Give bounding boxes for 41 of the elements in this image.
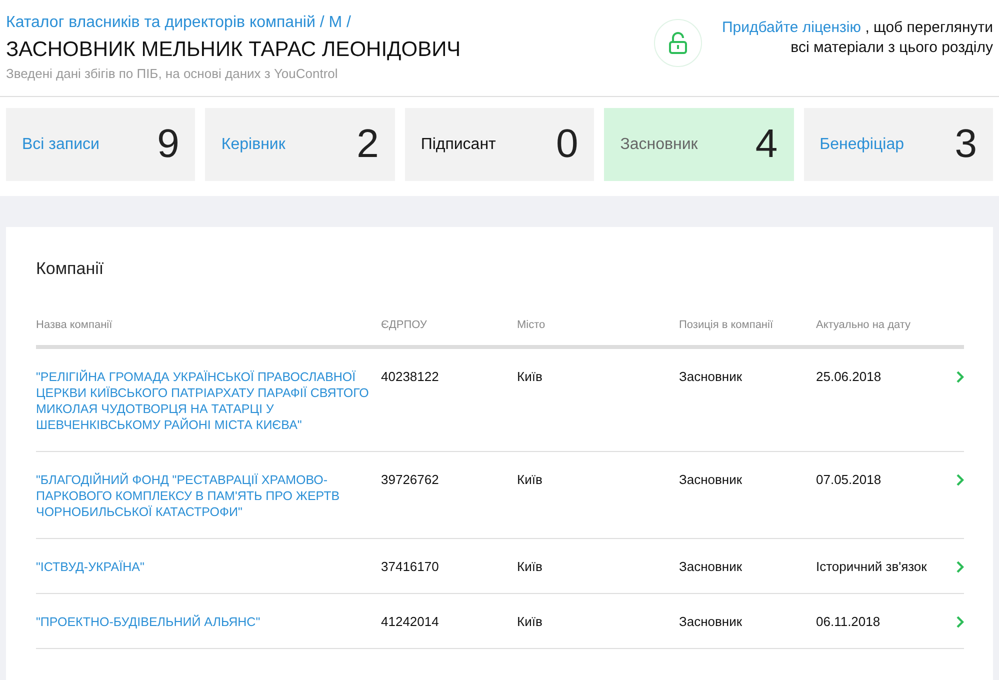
license-text: , щоб переглянути [865, 19, 993, 36]
table-cell: Засновник [679, 594, 816, 649]
company-link[interactable]: "ПРОЕКТНО-БУДІВЕЛЬНИЙ АЛЬЯНС" [36, 614, 381, 630]
table-cell: Засновник [679, 539, 816, 594]
breadcrumb-link[interactable]: Каталог власників та директорів компаній / М / [6, 14, 461, 32]
company-link[interactable]: "ІСТВУД-УКРАЇНА" [36, 559, 381, 575]
chevron-right-icon[interactable] [956, 371, 964, 383]
license-text: всі матеріали з цього розділу [790, 38, 993, 58]
table-cell: 07.05.2018 [816, 452, 956, 539]
filter-card[interactable]: Всі записи 9 [6, 108, 196, 181]
table-cell: 39726762 [381, 452, 517, 539]
table-cell: 41242014 [381, 594, 517, 649]
table-cell: Засновник [679, 452, 816, 539]
filter-card[interactable]: Засновник 4 [604, 108, 794, 181]
company-link[interactable]: "БЛАГОДІЙНИЙ ФОНД "РЕСТАВРАЦІЇ ХРАМОВО-ПАРКОВОГО КОМПЛЕКСУ В ПАМ'ЯТЬ ПРО ЖЕРТВ ЧОРНОБИЛЬСЬКОЇ КАТАСТРОФИ" [36, 472, 381, 520]
filter-card[interactable]: Бенефіціар 3 [804, 108, 994, 181]
table-cell: 25.06.2018 [816, 349, 956, 452]
company-link[interactable]: "РЕЛІГІЙНА ГРОМАДА УКРАЇНСЬКОЇ ПРАВОСЛАВНОЇ ЦЕРКВИ КИЇВСЬКОГО ПАТРІАРХАТУ ПАРАФІЇ СВЯТОГО МИКОЛАЯ ЧУДОТВОРЦЯ НА ТАТАРЦІ У ШЕВЧЕНКІВСЬКОМУ РАЙОНІ МІСТА КИЄВА" [36, 369, 381, 433]
column-header: Актуально на дату [816, 319, 956, 349]
panel-title: Компанії [36, 259, 105, 279]
padlock-icon [668, 32, 687, 54]
table-cell: 40238122 [381, 349, 517, 452]
license-link[interactable]: Придбайте ліцензію [722, 19, 862, 36]
page-subtitle: Зведені дані збігів по ПІБ, на основі даних з YouControl [6, 66, 339, 81]
column-header: ЄДРПОУ [381, 319, 517, 349]
column-header: Назва компанії [36, 319, 381, 349]
table-cell: Київ [517, 349, 679, 452]
table-cell: 06.11.2018 [816, 594, 956, 649]
chevron-right-icon[interactable] [956, 474, 964, 486]
column-header: Позиція в компанії [679, 319, 816, 349]
table-cell: Історичний зв'язок [816, 539, 956, 594]
table-cell: Київ [517, 539, 679, 594]
table-cell: Київ [517, 594, 679, 649]
chevron-right-icon[interactable] [956, 616, 964, 628]
column-header: Місто [517, 319, 679, 349]
table-cell: Київ [517, 452, 679, 539]
table-cell: Засновник [679, 349, 816, 452]
chevron-right-icon[interactable] [956, 561, 964, 573]
page-title: ЗАСНОВНИК МЕЛЬНИК ТАРАС ЛЕОНІДОВИЧ [6, 38, 461, 62]
table-cell: 37416170 [381, 539, 517, 594]
filter-card[interactable]: Керівник 2 [205, 108, 395, 181]
